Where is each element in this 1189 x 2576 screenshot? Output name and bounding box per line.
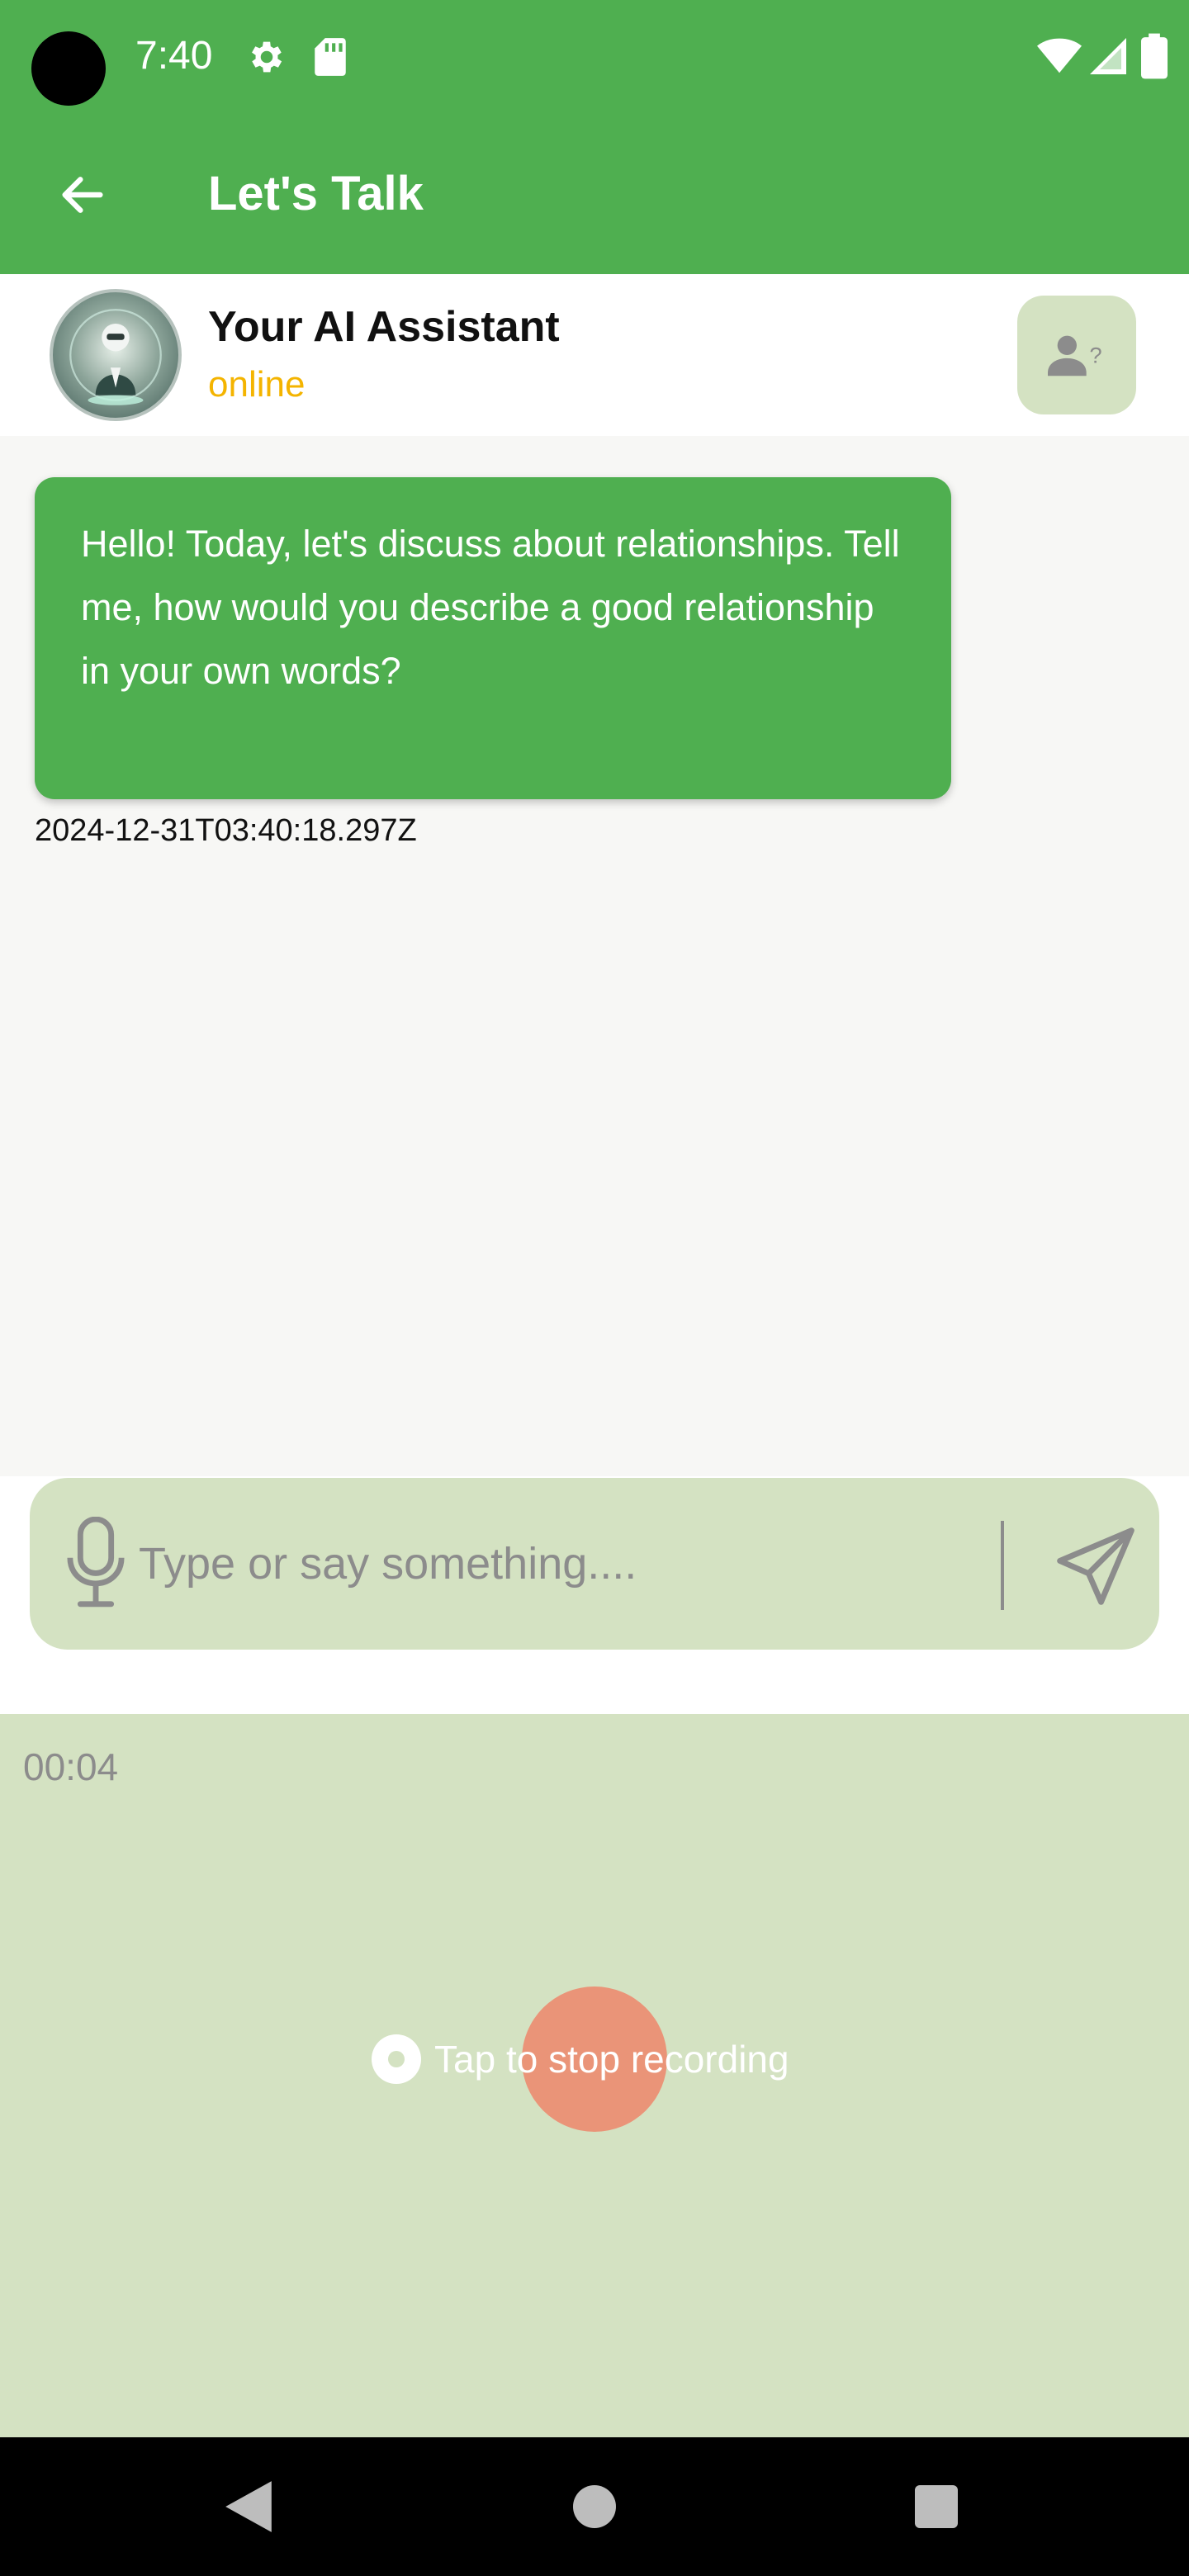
robot-assistant-image — [69, 309, 162, 405]
nav-back-icon[interactable] — [223, 2479, 274, 2535]
person-question-icon: ? — [1048, 335, 1102, 376]
app-bar — [0, 116, 1189, 274]
assistant-avatar — [50, 289, 182, 421]
back-button[interactable] — [43, 155, 122, 234]
battery-icon — [1141, 33, 1168, 79]
page-title: Let's Talk — [208, 167, 424, 220]
message-input[interactable] — [139, 1526, 964, 1602]
gear-icon — [252, 41, 282, 73]
nav-recents-icon[interactable] — [915, 2485, 958, 2528]
assistant-status: online — [208, 364, 306, 405]
profile-button[interactable]: ? — [1017, 296, 1136, 414]
nav-home-icon[interactable] — [573, 2485, 616, 2528]
sd-card-icon — [315, 38, 346, 76]
arrow-left-icon — [62, 177, 103, 213]
microphone-icon — [67, 1517, 125, 1608]
status-time: 7:40 — [135, 34, 213, 78]
recording-timer: 00:04 — [23, 1745, 119, 1788]
camera-cutout — [31, 31, 106, 106]
cell-signal-icon — [1090, 38, 1126, 74]
message-timestamp: 2024-12-31T03:40:18.297Z — [35, 813, 417, 848]
send-icon — [1057, 1527, 1135, 1605]
assistant-message-text: Hello! Today, let's discuss about relati… — [81, 523, 900, 692]
wifi-icon — [1037, 38, 1082, 73]
recording-dot-icon — [370, 2033, 423, 2086]
svg-text:?: ? — [1090, 343, 1102, 368]
recording-hint: Tap to stop recording — [434, 2038, 789, 2081]
composer-divider — [1001, 1521, 1004, 1610]
assistant-name: Your AI Assistant — [208, 303, 560, 351]
send-button[interactable] — [1049, 1519, 1143, 1613]
microphone-button[interactable] — [58, 1516, 134, 1610]
